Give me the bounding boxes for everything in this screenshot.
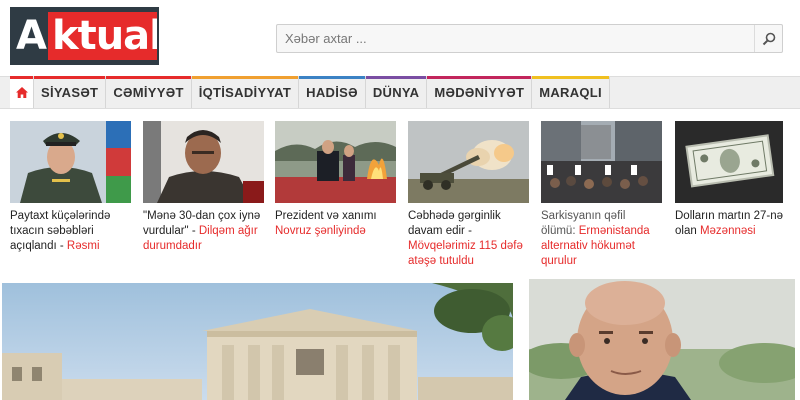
nav-item-label: İQTİSADİYYAT (198, 85, 292, 100)
side-story-image[interactable] (529, 279, 795, 400)
news-card[interactable]: Sarkisyanın qəfil ölümü: Ermənistanda al… (541, 121, 662, 269)
news-category: Rəsmi (66, 240, 100, 252)
news-card[interactable]: "Mənə 30-dan çox iynə vurdular" - Dilqəm… (143, 121, 264, 254)
news-separator: - (464, 225, 472, 237)
nav-item-label: CƏMİYYƏT (113, 85, 184, 100)
nav-item-cemiyyet[interactable]: CƏMİYYƏT (106, 76, 192, 108)
news-title[interactable]: Dolların martın 27-nə olan Məzənnəsi (675, 209, 796, 239)
news-title[interactable]: Sarkisyanın qəfil ölümü: Ermənistanda al… (541, 209, 662, 269)
news-title[interactable]: "Mənə 30-dan çox iynə vurdular" - Dilqəm… (143, 209, 264, 254)
news-thumbnail[interactable] (275, 121, 396, 203)
news-thumbnail[interactable] (675, 121, 796, 203)
nav-item-iqtisadiyyat[interactable]: İQTİSADİYYAT (191, 76, 300, 108)
news-thumbnail[interactable] (10, 121, 131, 203)
news-category: Novruz şənliyində (275, 225, 366, 237)
news-category: Məzənnəsi (699, 225, 756, 237)
news-card[interactable]: Dolların martın 27-nə olan Məzənnəsi (675, 121, 796, 239)
news-thumbnail[interactable] (143, 121, 264, 203)
main-nav: SİYASƏT CƏMİYYƏT İQTİSADİYYAT HADİSƏ DÜN… (0, 76, 800, 109)
search-button[interactable] (754, 25, 782, 52)
nav-item-maraqli[interactable]: MARAQLI (532, 76, 610, 108)
site-logo[interactable]: Aktual (10, 7, 159, 65)
nav-item-label: MƏDƏNİYYƏT (434, 85, 525, 100)
nav-item-label: SİYASƏT (41, 85, 99, 100)
news-card[interactable]: Prezident və xanımı Novruz şənliyində (275, 121, 396, 239)
news-separator: - (56, 240, 67, 252)
news-separator: - (188, 225, 199, 237)
nav-item-dunya[interactable]: DÜNYA (365, 76, 428, 108)
nav-item-siyaset[interactable]: SİYASƏT (34, 76, 107, 108)
nav-item-label: DÜNYA (372, 85, 420, 100)
search-input[interactable] (277, 25, 755, 52)
nav-item-label: HADİSƏ (306, 85, 358, 100)
news-headline: Prezident və xanımı (275, 210, 377, 222)
news-thumbnail[interactable] (541, 121, 662, 203)
search-icon (762, 32, 775, 45)
featured-story-image[interactable] (2, 283, 513, 400)
news-card[interactable]: Cəbhədə gərginlik davam edir - Mövqeləri… (408, 121, 529, 269)
news-category: Mövqelərimiz 115 dəfə atəşə tutuldu (408, 240, 523, 267)
news-thumbnail[interactable] (408, 121, 529, 203)
search-box (276, 24, 783, 53)
logo-wordmark: Aktual (12, 9, 157, 63)
news-title[interactable]: Prezident və xanımı Novruz şənliyində (275, 209, 396, 239)
nav-item-medeniyyet[interactable]: MƏDƏNİYYƏT (427, 76, 533, 108)
news-title[interactable]: Cəbhədə gərginlik davam edir - Mövqeləri… (408, 209, 529, 269)
nav-item-hadise[interactable]: HADİSƏ (299, 76, 366, 108)
news-headline: Cəbhədə gərginlik davam edir (408, 210, 501, 237)
home-icon (15, 87, 28, 98)
nav-home[interactable] (10, 76, 34, 108)
nav-item-label: MARAQLI (539, 85, 602, 100)
news-card[interactable]: Paytaxt küçələrində tıxacın səbəbləri aç… (10, 121, 131, 254)
site-header: Aktual (0, 0, 800, 76)
news-title[interactable]: Paytaxt küçələrində tıxacın səbəbləri aç… (10, 209, 131, 254)
news-strip: Paytaxt küçələrində tıxacın səbəbləri aç… (10, 121, 790, 269)
